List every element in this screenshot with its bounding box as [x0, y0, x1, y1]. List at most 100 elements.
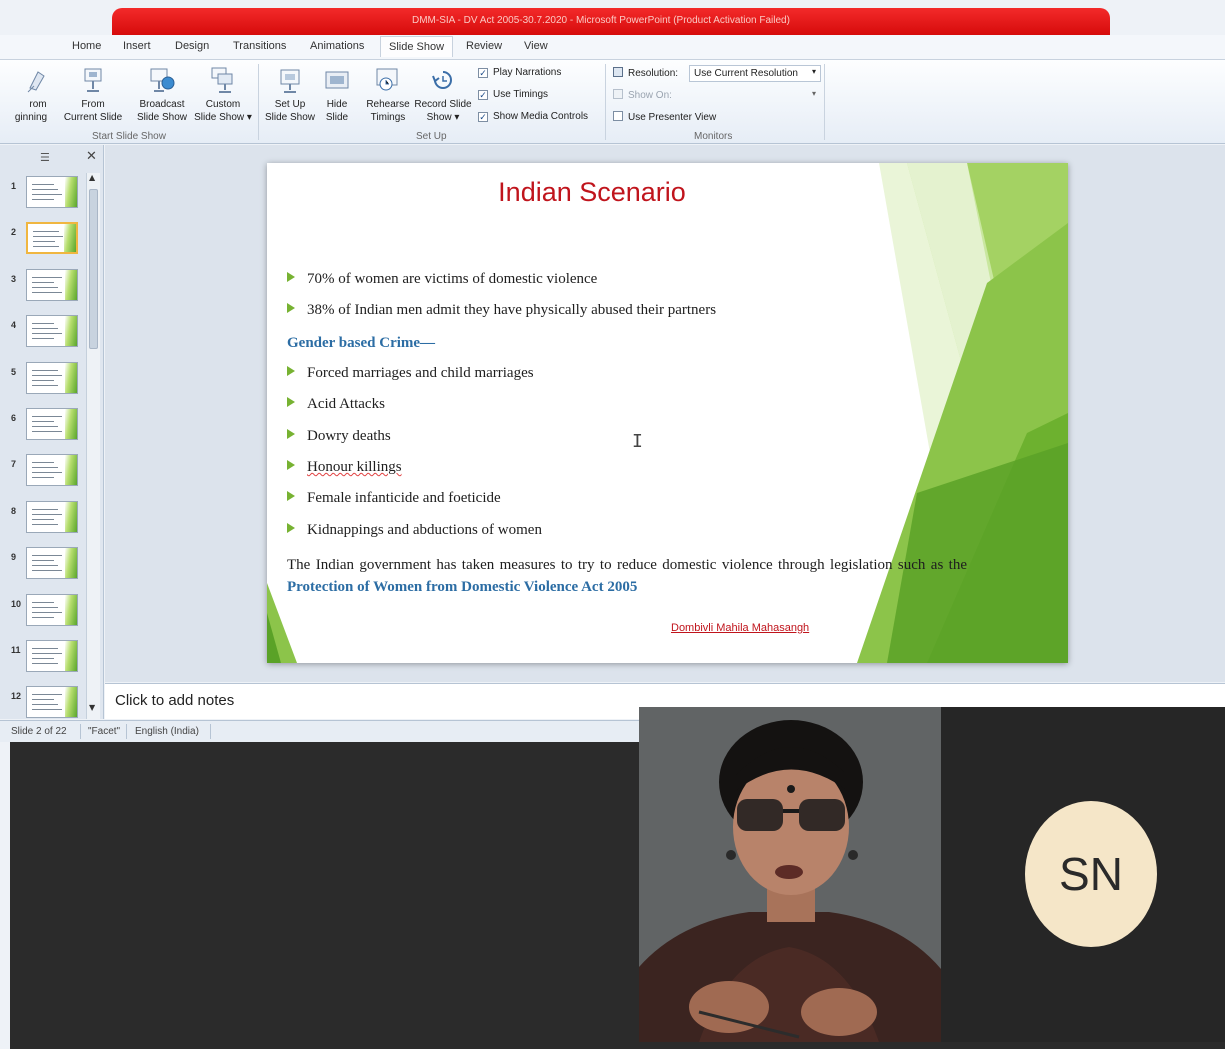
slide-title[interactable]: Indian Scenario — [267, 177, 917, 208]
scrollbar-thumb[interactable] — [89, 189, 98, 349]
tab-slide-show[interactable]: Slide Show — [380, 36, 454, 57]
record-icon — [432, 71, 452, 89]
thumbnail-text-line — [32, 421, 54, 422]
speaker-video-tile[interactable] — [639, 707, 941, 1042]
play-from-start-icon — [27, 71, 45, 93]
show-on-dropdown[interactable]: ▾ — [689, 87, 821, 104]
bullet-item[interactable]: 38% of Indian men admit they have physic… — [287, 302, 716, 319]
signature-text[interactable]: Dombivli Mahila Mahasangh — [671, 622, 809, 634]
bullet-arrow-icon — [287, 303, 295, 313]
close-icon[interactable]: ✕ — [86, 149, 97, 164]
thumbnail-text-line — [32, 514, 62, 515]
bullet-item[interactable]: Kidnappings and abductions of women — [287, 522, 542, 539]
slide-thumbnail[interactable] — [26, 176, 78, 208]
slide-thumbnail[interactable] — [26, 454, 78, 486]
use-timings-checkbox[interactable]: ✓ Use Timings — [478, 89, 548, 100]
thumbnail-text-line — [32, 653, 62, 654]
slide-thumbnail[interactable] — [26, 362, 78, 394]
resolution-dropdown[interactable]: Use Current Resolution ▾ — [689, 65, 821, 82]
use-presenter-view-checkbox[interactable]: Use Presenter View — [613, 111, 716, 123]
thumbnail-text-line — [32, 375, 62, 376]
monitors-group-label: Monitors — [694, 131, 733, 142]
scroll-up-icon[interactable]: ▲ — [89, 173, 95, 182]
thumbnail-scrollbar[interactable]: ▲ ▼ — [86, 173, 100, 719]
bullet-arrow-icon — [287, 366, 295, 376]
slide-thumbnail[interactable] — [26, 315, 78, 347]
projector-screen-icon — [84, 68, 102, 92]
bullet-item[interactable]: Female infanticide and foeticide — [287, 490, 501, 507]
bullet-text: Kidnappings and abductions of women — [307, 522, 542, 538]
tab-transitions[interactable]: Transitions — [233, 40, 286, 52]
use-presenter-view-label: Use Presenter View — [628, 112, 717, 123]
chevron-down-icon: ▾ — [811, 67, 816, 76]
hide-label-2: Slide — [325, 112, 349, 123]
bullet-arrow-icon — [287, 491, 295, 501]
current-slide[interactable]: Indian Scenario 70% of women are victims… — [267, 163, 1068, 663]
thumbnail-text-line — [32, 199, 54, 200]
participant-tile[interactable]: SN — [941, 707, 1225, 1042]
monitor-icon — [613, 89, 623, 99]
show-media-controls-label: Show Media Controls — [493, 111, 589, 122]
thumbnail-text-line — [32, 194, 62, 195]
language[interactable]: English (India) — [135, 726, 199, 737]
play-narrations-checkbox[interactable]: ✓ Play Narrations — [478, 67, 561, 78]
show-on-row: Show On: — [613, 89, 672, 101]
thumbnail-text-line — [32, 509, 58, 510]
slide-thumbnail[interactable] — [26, 501, 78, 533]
bullet-item[interactable]: 70% of women are victims of domestic vio… — [287, 271, 597, 288]
gender-crime-heading[interactable]: Gender based Crime— — [287, 335, 435, 352]
slide-thumbnail[interactable] — [26, 640, 78, 672]
slide-thumbnail[interactable] — [26, 547, 78, 579]
bullet-arrow-icon — [287, 429, 295, 439]
slide-thumbnail[interactable] — [26, 686, 78, 718]
tab-design[interactable]: Design — [175, 40, 209, 52]
tab-home[interactable]: Home — [72, 40, 101, 52]
show-media-controls-checkbox[interactable]: ✓ Show Media Controls — [478, 111, 588, 122]
rehearse-timings-button[interactable]: Rehearse Timings — [364, 66, 412, 124]
hide-slide-button[interactable]: Hide Slide — [320, 66, 354, 124]
set-up-slide-show-button[interactable]: Set Up Slide Show — [262, 66, 318, 124]
outline-tab-icon[interactable]: ☰ — [40, 151, 50, 164]
from-beginning-label-1: rom — [29, 99, 47, 110]
theme-name[interactable]: "Facet" — [88, 726, 120, 737]
thumbnail-number: 12 — [11, 691, 22, 701]
bullet-item[interactable]: Honour killings — [287, 459, 402, 476]
government-paragraph[interactable]: The Indian government has taken measures… — [287, 554, 967, 598]
thumbnail-text-line — [33, 241, 55, 242]
thumbnail-number: 1 — [11, 181, 17, 191]
from-beginning-button[interactable]: rom ginning — [15, 66, 58, 124]
start-slide-show-group-label: Start Slide Show — [92, 131, 166, 142]
thumbnail-text-line — [32, 189, 58, 190]
tab-review[interactable]: Review — [466, 40, 502, 52]
notes-placeholder: Click to add notes — [115, 692, 235, 709]
thumbnail-theme-accent — [65, 363, 77, 393]
slide-thumbnail[interactable] — [26, 222, 78, 254]
tab-animations[interactable]: Animations — [310, 40, 364, 52]
checkbox-checked-icon: ✓ — [478, 68, 488, 78]
thumbnail-number: 7 — [11, 459, 17, 469]
bullet-arrow-icon — [287, 460, 295, 470]
checkbox-unchecked-icon — [613, 111, 623, 121]
slide-thumbnail[interactable] — [26, 408, 78, 440]
thumbnail-text-line — [32, 184, 54, 185]
custom-label-2: Slide Show ▾ — [194, 112, 252, 123]
slide-thumbnail[interactable] — [26, 594, 78, 626]
tab-insert[interactable]: Insert — [123, 40, 151, 52]
bullet-item[interactable]: Acid Attacks — [287, 396, 385, 413]
bullet-item[interactable]: Forced marriages and child marriages — [287, 365, 534, 382]
thumbnail-number: 8 — [11, 506, 17, 516]
ribbon-separator — [824, 64, 825, 140]
record-slide-show-button[interactable]: Record Slide Show ▾ — [413, 66, 473, 124]
slide-thumbnail[interactable] — [26, 269, 78, 301]
bullet-text: Forced marriages and child marriages — [307, 365, 534, 381]
broadcast-slide-show-button[interactable]: Broadcast Slide Show — [134, 66, 190, 124]
scroll-down-icon[interactable]: ▼ — [89, 703, 95, 712]
custom-slide-show-button[interactable]: Custom Slide Show ▾ — [192, 66, 254, 124]
setup-label-1: Set Up — [274, 99, 306, 110]
bullet-item[interactable]: Dowry deaths — [287, 428, 391, 445]
show-on-label: Show On: — [628, 90, 672, 101]
from-current-slide-button[interactable]: From Current Slide — [62, 66, 124, 124]
broadcast-label-1: Broadcast — [139, 99, 185, 110]
rehearse-icon — [376, 68, 398, 91]
tab-view[interactable]: View — [524, 40, 548, 52]
